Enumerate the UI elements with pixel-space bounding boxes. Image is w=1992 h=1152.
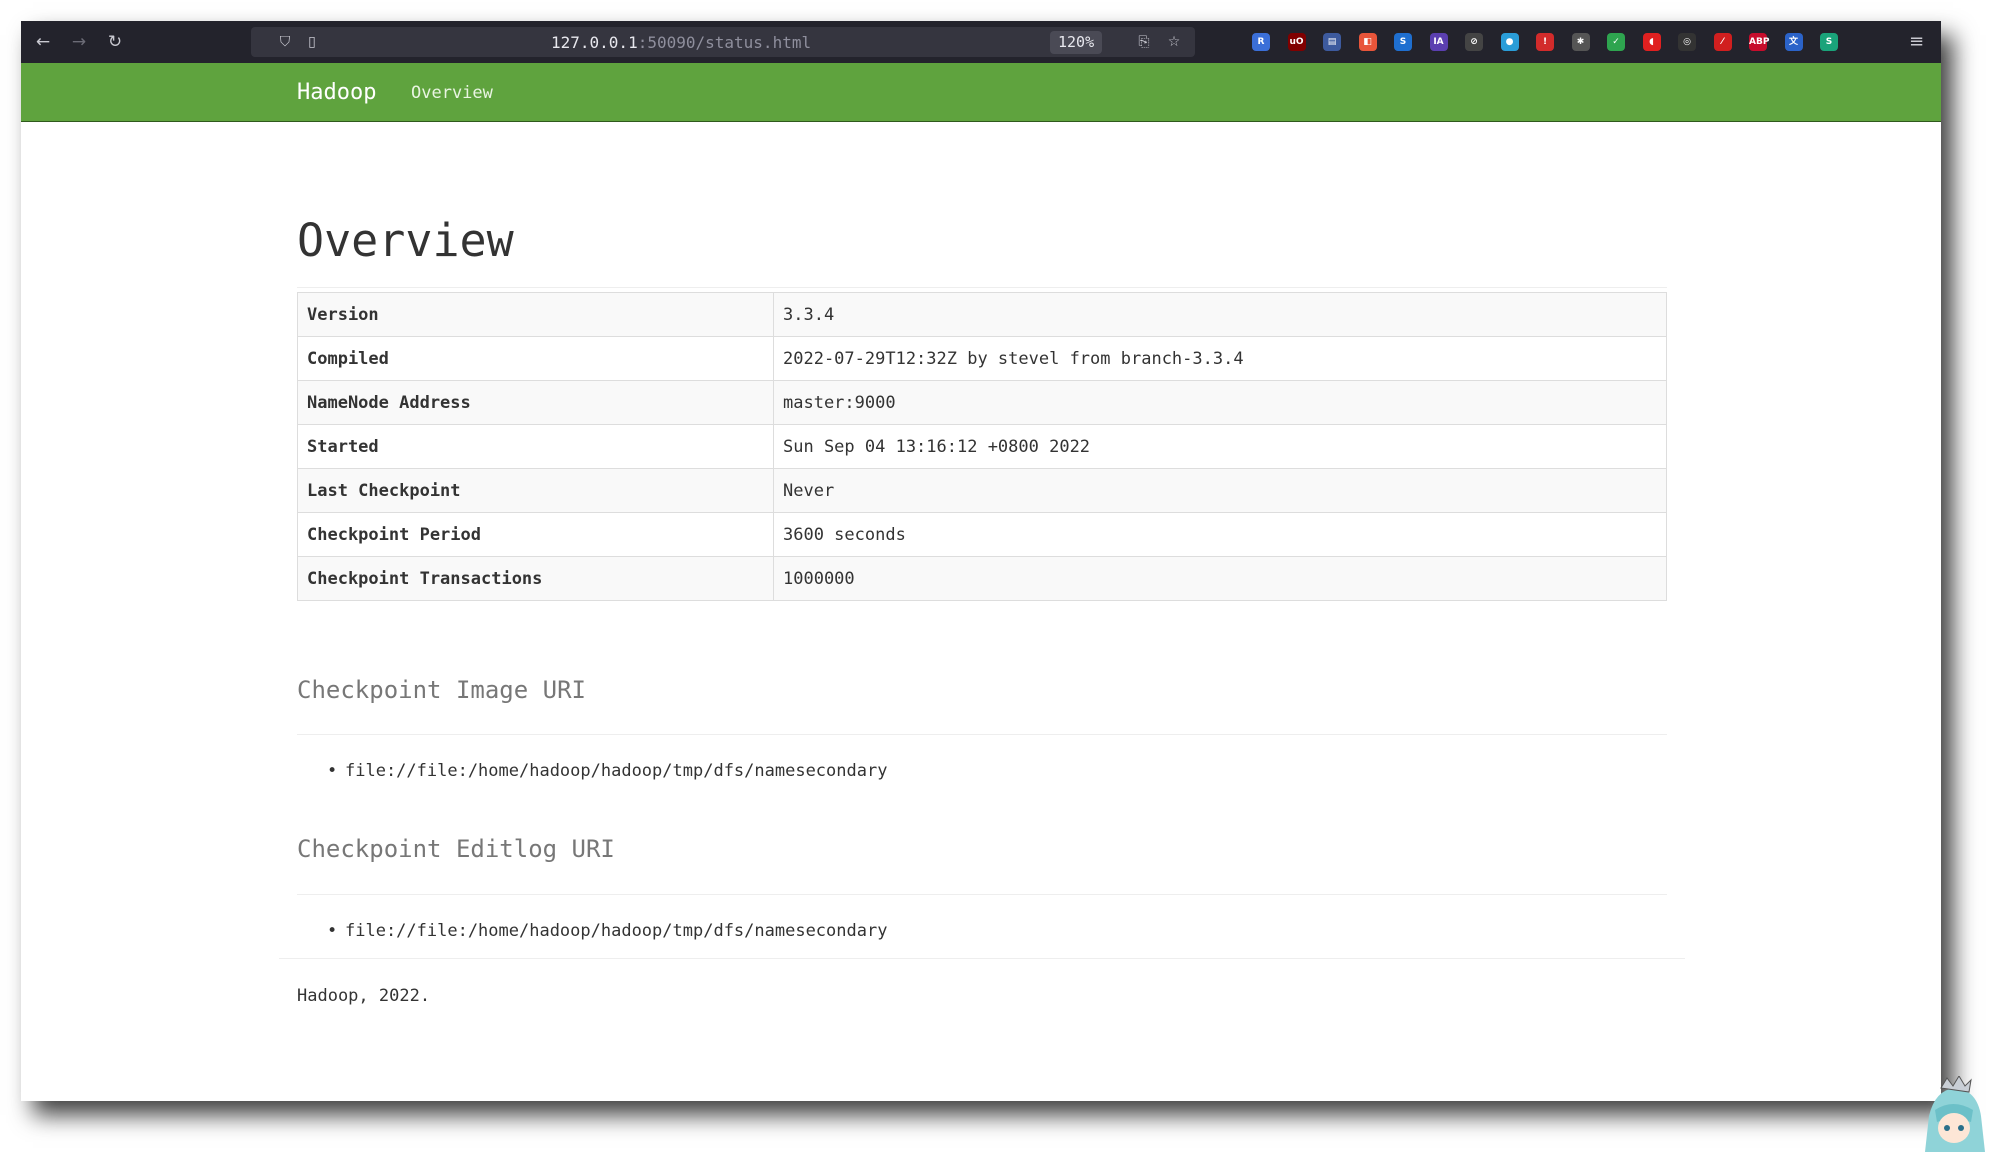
editlog-uri-divider [297, 894, 1667, 895]
zoom-level[interactable]: 120% [1050, 31, 1103, 54]
editlog-uri-heading: Checkpoint Editlog URI [297, 835, 615, 863]
footer-divider [279, 958, 1685, 959]
ublock-icon[interactable]: uO [1287, 33, 1306, 51]
compass-ext-icon[interactable]: ⊘ [1465, 33, 1483, 51]
overview-table: Version 3.3.4 Compiled 2022-07-29T12:32Z by… [297, 292, 1667, 601]
brand-link[interactable]: Hadoop [297, 80, 376, 105]
uri-text: file://file:/home/hadoop/hadoop/tmp/dfs/… [345, 921, 888, 941]
uri-list-item: • file://file:/home/hadoop/hadoop/tmp/dfs… [327, 761, 887, 781]
pdf-ext-icon[interactable]: ◧ [1358, 33, 1377, 51]
info-key: Checkpoint Period [297, 512, 774, 557]
page-title: Overview [297, 214, 514, 267]
info-row: Version 3.3.4 [297, 292, 1667, 337]
image-uri-heading: Checkpoint Image URI [297, 676, 586, 704]
glasses-ext-icon[interactable]: ◎ [1678, 33, 1696, 51]
title-divider [297, 287, 1667, 288]
image-uri-list: • file://file:/home/hadoop/hadoop/tmp/dfs… [327, 761, 887, 781]
tab-ext-icon[interactable]: ▤ [1323, 33, 1341, 51]
info-value: 3600 seconds [773, 512, 1667, 557]
bullet-icon: • [327, 761, 338, 781]
footer-text: Hadoop, 2022. [297, 986, 431, 1006]
bullet-icon: • [327, 921, 338, 941]
s-square-ext-icon[interactable]: S [1820, 33, 1838, 51]
s-ext-icon[interactable]: S [1394, 33, 1412, 51]
ia-ext-icon[interactable]: IA [1429, 33, 1448, 51]
url-host: 127.0.0.1 [551, 33, 638, 52]
hamburger-menu-icon[interactable]: ≡ [1909, 30, 1924, 54]
bookmark-star-icon[interactable]: ☆ [1163, 31, 1185, 53]
slash-ext-icon[interactable]: ⁄ [1713, 33, 1732, 51]
info-value: 2022-07-29T12:32Z by stevel from branch-… [773, 336, 1667, 381]
reload-icon[interactable]: ↻ [103, 30, 127, 54]
translate-ext-icon[interactable]: 文 [1784, 33, 1803, 51]
browser-window: ← → ↻ ⛉ ▯ 127.0.0.1:50090/status.html 12… [21, 21, 1941, 1101]
back-icon[interactable]: ← [31, 30, 55, 54]
info-value: Never [773, 468, 1667, 513]
browser-toolbar: ← → ↻ ⛉ ▯ 127.0.0.1:50090/status.html 12… [21, 21, 1941, 63]
drop-ext-icon[interactable]: ◖ [1642, 33, 1661, 51]
page-icon[interactable]: ▯ [301, 31, 323, 53]
avatar-mascot-icon [1925, 1076, 1985, 1152]
nav-overview-link[interactable]: Overview [411, 83, 493, 103]
alert-ext-icon[interactable]: ! [1536, 33, 1554, 51]
info-key: Checkpoint Transactions [297, 556, 774, 601]
info-row: Started Sun Sep 04 13:16:12 +0800 2022 [297, 424, 1667, 469]
image-uri-divider [297, 734, 1667, 735]
hadoop-navbar: Hadoop Overview [21, 63, 1941, 122]
info-key: NameNode Address [297, 380, 774, 425]
editlog-uri-list: • file://file:/home/hadoop/hadoop/tmp/dfs… [327, 921, 887, 941]
info-row: Checkpoint Period 3600 seconds [297, 512, 1667, 557]
info-value: 1000000 [773, 556, 1667, 601]
abp-ext-icon[interactable]: ABP [1749, 33, 1769, 51]
shield-icon[interactable]: ⛉ [274, 31, 296, 53]
info-key: Started [297, 424, 774, 469]
info-row: Compiled 2022-07-29T12:32Z by stevel from… [297, 336, 1667, 381]
globe-ext-icon[interactable]: ● [1500, 33, 1519, 51]
info-key: Compiled [297, 336, 774, 381]
info-key: Version [297, 292, 774, 337]
r-ext-icon[interactable]: R [1252, 33, 1270, 51]
info-row: Checkpoint Transactions 1000000 [297, 556, 1667, 601]
puzzle-ext-icon[interactable]: ✱ [1571, 33, 1590, 51]
uri-text: file://file:/home/hadoop/hadoop/tmp/dfs/… [345, 761, 888, 781]
info-value: master:9000 [773, 380, 1667, 425]
info-value: 3.3.4 [773, 292, 1667, 337]
uri-list-item: • file://file:/home/hadoop/hadoop/tmp/dfs… [327, 921, 887, 941]
forward-icon[interactable]: → [67, 30, 91, 54]
url-path: :50090/status.html [637, 33, 812, 52]
info-row: Last Checkpoint Never [297, 468, 1667, 513]
url-text[interactable]: 127.0.0.1:50090/status.html [551, 33, 811, 52]
shield-ext-icon[interactable]: ✓ [1607, 33, 1625, 51]
url-bar[interactable]: ⛉ ▯ 127.0.0.1:50090/status.html 120% ⎘ ☆ [251, 27, 1195, 57]
info-key: Last Checkpoint [297, 468, 774, 513]
translate-icon[interactable]: ⎘ [1133, 31, 1155, 53]
info-value: Sun Sep 04 13:16:12 +0800 2022 [773, 424, 1667, 469]
info-row: NameNode Address master:9000 [297, 380, 1667, 425]
